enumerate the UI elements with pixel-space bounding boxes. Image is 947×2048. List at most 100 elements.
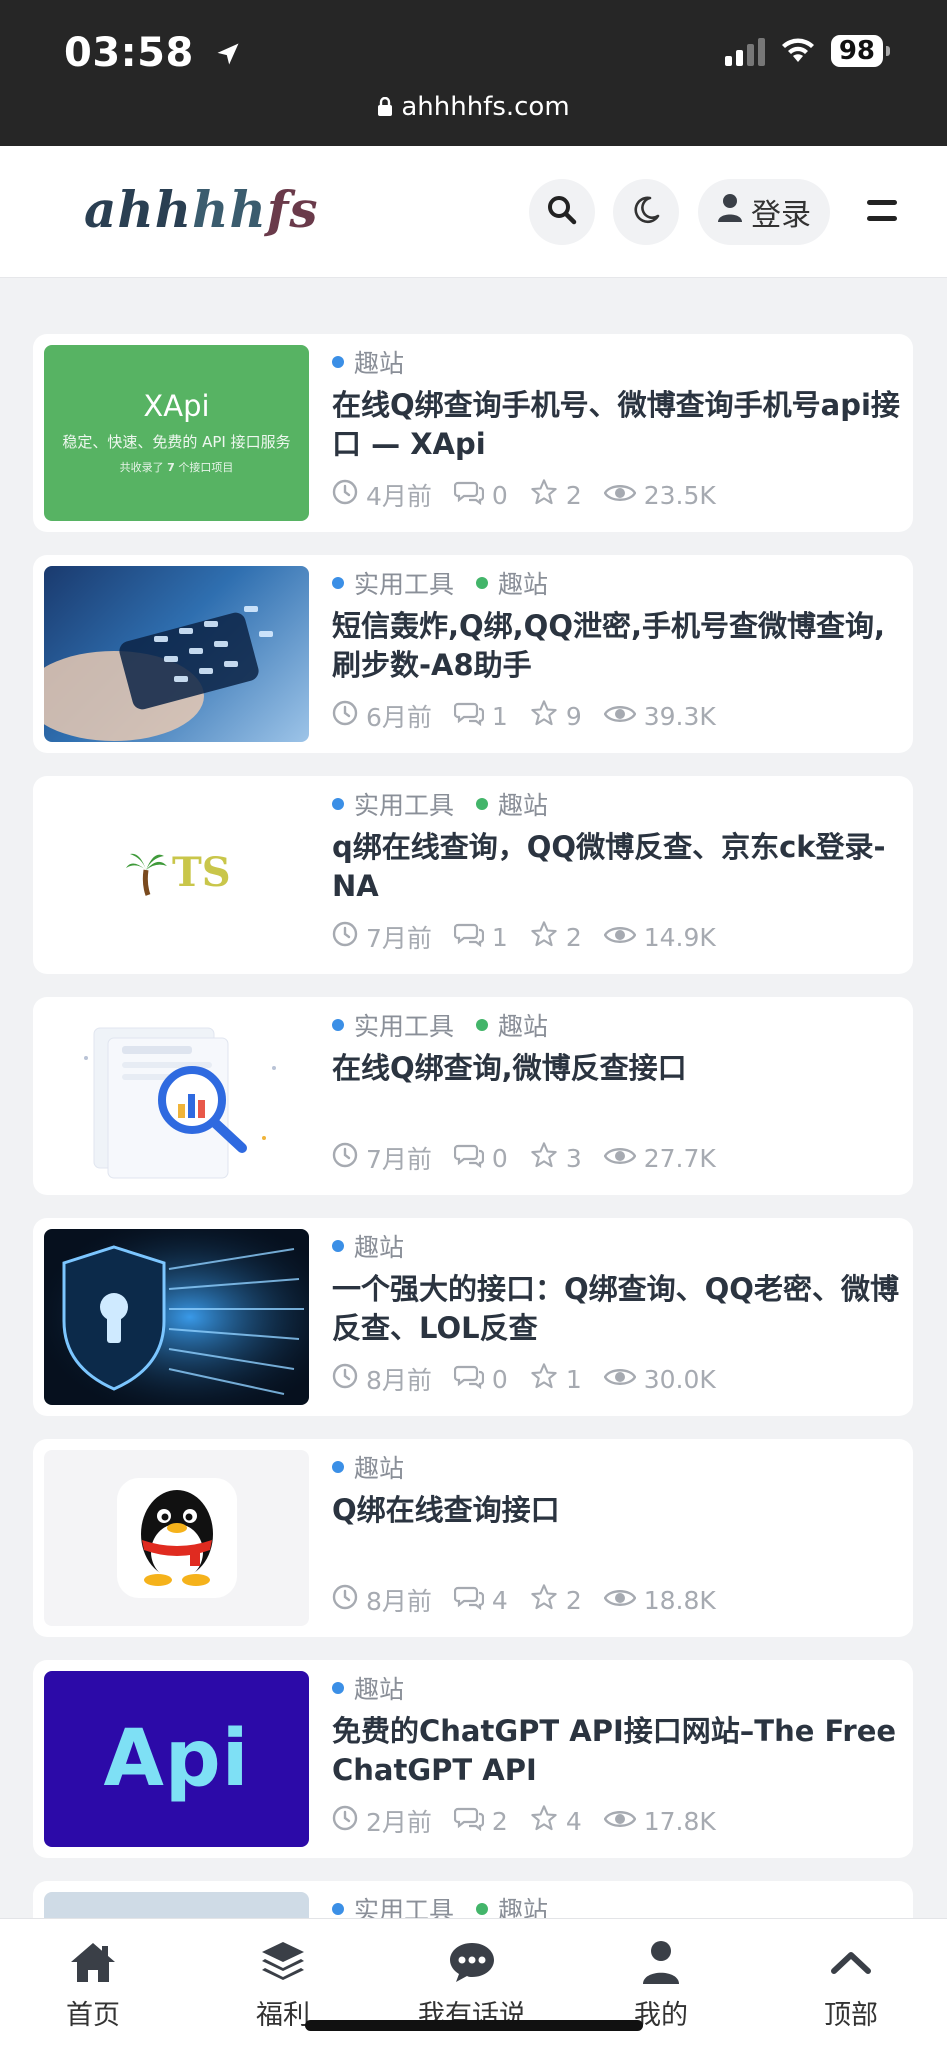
- post-time: 7月前: [332, 1140, 432, 1176]
- post-time: 4月前: [332, 477, 432, 513]
- star-icon: [530, 1362, 558, 1396]
- category-tag[interactable]: 趣站: [332, 1228, 404, 1264]
- tab-mine[interactable]: 我的: [596, 1937, 726, 2032]
- search-button[interactable]: [529, 179, 595, 245]
- tab-top-label: 顶部: [824, 2000, 878, 2031]
- menu-icon[interactable]: [867, 200, 897, 221]
- category-tag[interactable]: 趣站: [332, 1670, 404, 1706]
- thumb-note: 共收录了 7 个接口项目: [119, 461, 234, 474]
- post-comments: 0: [453, 1363, 508, 1395]
- post-stars[interactable]: 4: [530, 1804, 582, 1838]
- post-time: 8月前: [332, 1582, 432, 1618]
- post-card[interactable]: 趣站 一个强大的接口：Q绑查询、QQ老密、微博反查、LOL反查 8月前 0 1 30.0K: [33, 1218, 913, 1416]
- post-stars[interactable]: 3: [530, 1141, 582, 1175]
- star-icon: [530, 1141, 558, 1175]
- dark-mode-toggle[interactable]: [613, 179, 679, 245]
- post-card[interactable]: Api 趣站免费的ChatGPT API接口网站–The Free ChatGPT…: [33, 1660, 913, 1858]
- category-tag[interactable]: 趣站: [476, 786, 548, 822]
- category-tag[interactable]: 趣站: [476, 565, 548, 601]
- battery-indicator: 98: [830, 35, 891, 67]
- post-views: 30.0K: [603, 1365, 716, 1394]
- post-title[interactable]: 在线Q绑查询手机号、微博查询手机号api接口 — XApi: [332, 386, 902, 464]
- post-card[interactable]: 实用工具 趣站在线Q绑查询,微博反查接口 7月前 0 3 27.7K: [33, 997, 913, 1195]
- palm-tree-icon: [126, 853, 167, 896]
- post-time: 7月前: [332, 919, 432, 955]
- category-dot: [332, 1240, 344, 1252]
- post-title[interactable]: 一个强大的接口：Q绑查询、QQ老密、微博反查、LOL反查: [332, 1270, 902, 1348]
- category-dot: [332, 1903, 344, 1915]
- post-card[interactable]: 趣站 Q绑在线查询接口 8月前 4 2 18.8K: [33, 1439, 913, 1637]
- post-title[interactable]: 免费的ChatGPT API接口网站–The Free ChatGPT API: [332, 1712, 902, 1790]
- comments-icon: [453, 479, 485, 511]
- user-icon: [596, 1937, 726, 1987]
- post-categories: 实用工具 趣站: [332, 565, 548, 601]
- login-button[interactable]: 登录: [698, 179, 830, 245]
- url-text: ahhhhfs.com: [401, 92, 570, 122]
- category-label: 趣站: [354, 1233, 405, 1262]
- post-thumbnail[interactable]: [44, 1450, 309, 1626]
- category-dot: [332, 356, 344, 368]
- post-card[interactable]: XApi 稳定、快速、免费的 API 接口服务 共收录了 7 个接口项目 趣站在线Q绑…: [33, 334, 913, 532]
- comments-icon: [453, 700, 485, 732]
- comments-icon: [453, 1805, 485, 1837]
- url-bar[interactable]: ahhhhfs.com: [0, 92, 947, 124]
- post-stars[interactable]: 2: [530, 920, 582, 954]
- tab-welfare[interactable]: 福利: [218, 1937, 348, 2032]
- tab-home[interactable]: 首页: [28, 1937, 158, 2032]
- post-stars[interactable]: 2: [530, 1583, 582, 1617]
- category-label: 趣站: [354, 1675, 405, 1704]
- category-tag[interactable]: 实用工具: [332, 1007, 454, 1043]
- category-label: 趣站: [498, 791, 549, 820]
- post-title[interactable]: q绑在线查询，QQ微博反查、京东ck登录-NA: [332, 828, 902, 906]
- eye-icon: [603, 1144, 637, 1173]
- category-tag[interactable]: 趣站: [332, 1449, 404, 1485]
- post-card[interactable]: TS 实用工具 趣站 q绑在线查询，QQ微博反查、京东ck登录-NA 7月前 1 2 14.9…: [33, 776, 913, 974]
- tab-comments[interactable]: 我有话说: [407, 1937, 537, 2032]
- post-time: 6月前: [332, 698, 432, 734]
- post-thumbnail[interactable]: TS: [44, 787, 309, 963]
- category-tag[interactable]: 实用工具: [332, 565, 454, 601]
- post-stars[interactable]: 1: [530, 1362, 582, 1396]
- post-title[interactable]: 在线Q绑查询,微博反查接口: [332, 1049, 902, 1088]
- post-meta: 6月前 1 9 39.3K: [332, 698, 716, 734]
- post-thumbnail[interactable]: Api: [44, 1671, 309, 1847]
- clock-icon: [332, 1584, 358, 1616]
- category-dot: [332, 577, 344, 589]
- post-comments: 1: [453, 921, 508, 953]
- chevron-up-icon: [786, 1937, 916, 1987]
- post-categories: 趣站: [332, 344, 404, 380]
- category-tag[interactable]: 趣站: [332, 344, 404, 380]
- post-views: 39.3K: [603, 702, 716, 731]
- star-icon: [530, 478, 558, 512]
- post-categories: 趣站: [332, 1449, 404, 1485]
- comments-icon: [453, 1142, 485, 1174]
- category-tag[interactable]: 实用工具: [332, 786, 454, 822]
- post-thumbnail[interactable]: XApi 稳定、快速、免费的 API 接口服务 共收录了 7 个接口项目: [44, 345, 309, 521]
- post-title[interactable]: 短信轰炸,Q绑,QQ泄密,手机号查微博查询,刷步数-A8助手: [332, 607, 902, 685]
- post-stars[interactable]: 2: [530, 478, 582, 512]
- post-comments: 0: [453, 479, 508, 511]
- post-views: 17.8K: [603, 1807, 716, 1836]
- wifi-icon: [779, 34, 817, 68]
- eye-icon: [603, 1586, 637, 1615]
- tab-top[interactable]: 顶部: [786, 1937, 916, 2032]
- post-comments: 2: [453, 1805, 508, 1837]
- post-title[interactable]: Q绑在线查询接口: [332, 1491, 902, 1530]
- post-thumbnail[interactable]: [44, 1229, 309, 1405]
- post-card[interactable]: 实用工具 趣站 短信轰炸,Q绑,QQ泄密,手机号查微博查询,刷步数-A8助手 6月前 1…: [33, 555, 913, 753]
- post-thumbnail[interactable]: [44, 1008, 309, 1184]
- post-stars[interactable]: 9: [530, 699, 582, 733]
- clock-icon: [332, 1142, 358, 1174]
- star-icon: [530, 1804, 558, 1838]
- location-arrow-icon: [214, 32, 242, 78]
- star-icon: [530, 1583, 558, 1617]
- clock-text: 03:58: [64, 30, 194, 76]
- category-tag[interactable]: 趣站: [476, 1007, 548, 1043]
- layers-icon: [218, 1937, 348, 1987]
- post-thumbnail[interactable]: [44, 566, 309, 742]
- category-label: 实用工具: [354, 570, 455, 599]
- post-meta: 7月前 0 3 27.7K: [332, 1140, 716, 1176]
- site-logo[interactable]: ahhhhfs: [84, 180, 319, 239]
- ts-logo: TS: [124, 849, 231, 896]
- clock-icon: [332, 479, 358, 511]
